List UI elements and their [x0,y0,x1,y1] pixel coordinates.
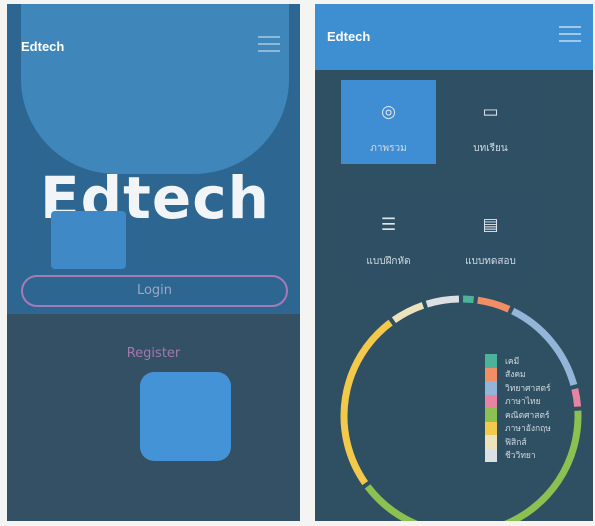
brand-logo: Edtech [21,39,65,54]
chart-legend: เคมีสังคมวิทยาศาสตร์ภาษาไทยคณิตศาสตร์ภาษ… [485,354,551,462]
legend-item: ภาษาอังกฤษ [485,421,551,435]
donut-slice [425,295,460,308]
legend-label: วิทยาศาสตร์ [505,383,551,394]
decorative-square [51,211,126,269]
legend-item: สังคม [485,367,551,381]
legend-swatch [485,381,497,395]
donut-slice [340,319,393,486]
legend-swatch [485,408,497,422]
legend-item: ภาษาไทย [485,394,551,408]
decorative-rounded-square [140,372,231,461]
dashboard-screen: Edtech ◎ ภาพรวม ▭ บทเรียน ☰ แบบฝึกหัด ▤ … [315,4,593,521]
legend-item: เคมี [485,354,551,368]
legend-item: วิทยาศาสตร์ [485,381,551,395]
legend-item: คณิตศาสตร์ [485,408,551,422]
legend-label: ภาษาไทย [505,397,541,408]
login-screen: Edtech Edtech Login Register [7,4,300,521]
legend-swatch [485,394,497,408]
legend-label: ภาษาอังกฤษ [505,424,551,435]
legend-label: เคมี [505,356,520,367]
donut-slice [462,295,475,304]
login-button[interactable]: Login [21,275,288,307]
donut-slice [571,388,582,407]
legend-label: สังคม [505,370,526,381]
donut-slice [391,302,425,324]
legend-swatch [485,421,497,435]
legend-label: ฟิสิกส์ [505,437,527,448]
donut-slice [477,296,511,313]
subject-donut-chart [340,295,582,521]
decorative-blob [21,4,289,174]
legend-swatch [485,435,497,449]
legend-label: ชีววิทยา [505,451,536,462]
legend-label: คณิตศาสตร์ [505,410,550,421]
legend-swatch [485,448,497,462]
legend-item: ชีววิทยา [485,448,551,462]
legend-swatch [485,367,497,381]
hamburger-icon[interactable] [258,36,280,54]
legend-item: ฟิสิกส์ [485,435,551,449]
legend-swatch [485,354,497,368]
register-link[interactable]: Register [7,346,300,361]
